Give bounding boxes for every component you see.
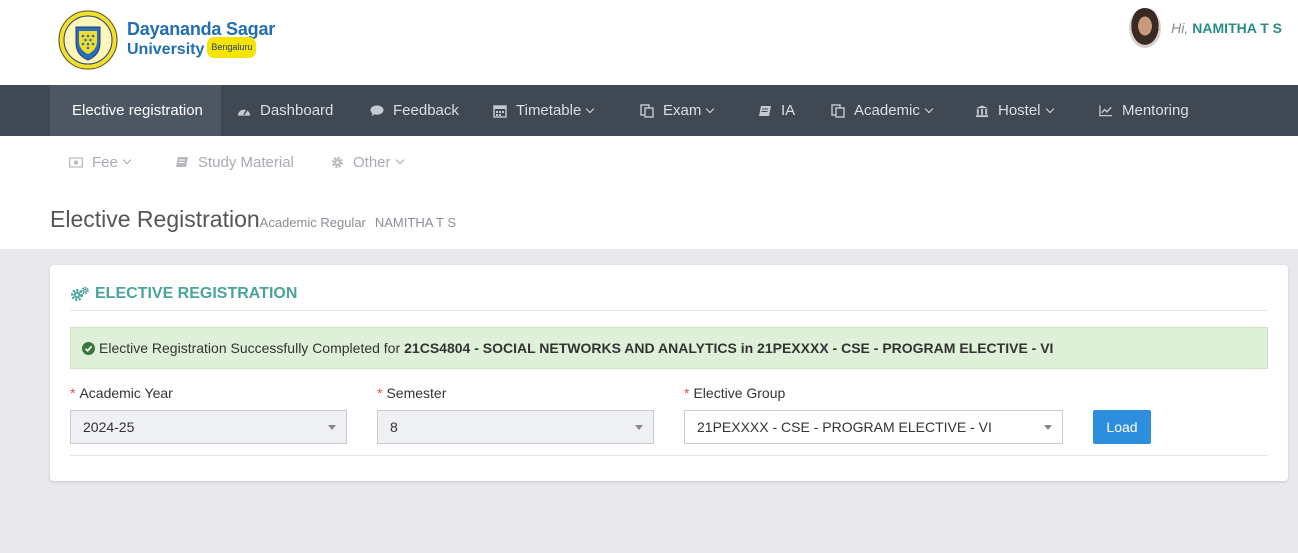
success-alert: Elective Registration Successfully Compl… bbox=[70, 327, 1268, 369]
nav-study-material[interactable]: Study Material bbox=[175, 153, 294, 171]
header: Dayananda Sagar University Bengaluru Hi, … bbox=[0, 0, 1298, 85]
nav-fee[interactable]: Fee bbox=[69, 153, 132, 171]
academic-year-field: * Academic Year 2024-25 bbox=[70, 385, 347, 444]
nav-label: IA bbox=[781, 102, 796, 119]
nav-feedback[interactable]: Feedback bbox=[370, 85, 459, 136]
building-icon bbox=[975, 104, 989, 118]
student-name: NAMITHA T S bbox=[374, 215, 457, 230]
nav-label: Academic bbox=[854, 102, 920, 119]
money-icon bbox=[69, 155, 83, 169]
alert-course: 21CS4804 - SOCIAL NETWORKS AND ANALYTICS… bbox=[404, 340, 1054, 356]
nav-hostel[interactable]: Hostel bbox=[975, 85, 1054, 136]
nav-mentoring[interactable]: Mentoring bbox=[1099, 85, 1189, 136]
brand-badge: Bengaluru bbox=[207, 37, 257, 58]
brand-line2: University bbox=[127, 40, 205, 58]
semester-field: * Semester 8 bbox=[377, 385, 654, 444]
nav-label: Timetable bbox=[516, 102, 582, 119]
select-value: 8 bbox=[390, 419, 398, 435]
line-chart-icon bbox=[1099, 104, 1113, 118]
dropdown-arrow-icon bbox=[1044, 425, 1052, 430]
book-icon bbox=[175, 155, 189, 169]
nav-label: Feedback bbox=[393, 102, 459, 119]
nav-label: Fee bbox=[92, 153, 118, 171]
elective-group-label: * Elective Group bbox=[684, 385, 786, 401]
dropdown-arrow-icon bbox=[328, 425, 336, 430]
chevron-down-icon bbox=[122, 155, 132, 165]
chevron-down-icon bbox=[395, 155, 404, 165]
user-name[interactable]: NAMITHA T S bbox=[1192, 20, 1282, 36]
divider bbox=[70, 310, 1268, 311]
nav-label: Other bbox=[353, 153, 391, 171]
gears-icon bbox=[70, 286, 90, 302]
elective-registration-card: ELECTIVE REGISTRATION Elective Registrat… bbox=[50, 265, 1288, 481]
gear-icon bbox=[330, 155, 344, 169]
nav-label: Hostel bbox=[998, 102, 1041, 119]
nav-elective-registration[interactable]: Elective registration bbox=[50, 85, 221, 136]
copy-icon bbox=[831, 103, 845, 118]
divider bbox=[70, 455, 1268, 456]
nav-label: Exam bbox=[663, 102, 702, 119]
nav-ia[interactable]: IA bbox=[758, 85, 795, 136]
card-title: ELECTIVE REGISTRATION bbox=[70, 285, 297, 303]
main-nav: Elective registration Dashboard Feedback… bbox=[0, 85, 1298, 136]
nav-label: Dashboard bbox=[260, 102, 334, 119]
avatar[interactable] bbox=[1129, 8, 1162, 48]
nav-academic[interactable]: Academic bbox=[831, 85, 934, 136]
elective-group-field: * Elective Group 21PEXXXX - CSE - PROGRAM… bbox=[684, 385, 1063, 444]
sub-nav: Fee Study Material Other Elective Regist… bbox=[0, 136, 1298, 249]
load-button[interactable]: Load bbox=[1093, 410, 1151, 444]
semester-label: * Semester bbox=[377, 385, 447, 401]
nav-dashboard[interactable]: Dashboard bbox=[237, 85, 333, 136]
academic-year-select[interactable]: 2024-25 bbox=[70, 410, 347, 444]
page-title: Elective Registration bbox=[50, 206, 260, 232]
card-title-text: ELECTIVE REGISTRATION bbox=[95, 285, 298, 302]
program-type: Academic Regular bbox=[259, 215, 366, 230]
elective-group-select[interactable]: 21PEXXXX - CSE - PROGRAM ELECTIVE - VI bbox=[684, 410, 1063, 444]
chevron-down-icon bbox=[586, 104, 595, 113]
nav-label: Mentoring bbox=[1122, 102, 1189, 119]
user-greeting: Hi, bbox=[1171, 20, 1189, 36]
select-value: 21PEXXXX - CSE - PROGRAM ELECTIVE - VI bbox=[697, 419, 992, 435]
brand-name: Dayananda Sagar University Bengaluru bbox=[127, 20, 275, 60]
book-icon bbox=[758, 104, 772, 118]
dashboard-icon bbox=[237, 104, 251, 118]
copy-icon bbox=[640, 103, 654, 118]
academic-year-label: * Academic Year bbox=[70, 385, 173, 401]
check-circle-icon bbox=[82, 341, 95, 355]
university-logo[interactable] bbox=[57, 9, 119, 71]
brand-line1: Dayananda Sagar bbox=[127, 19, 276, 39]
select-value: 2024-25 bbox=[83, 419, 135, 435]
comment-icon bbox=[370, 104, 384, 118]
page-header: Elective Registration Academic Regular NA… bbox=[50, 206, 465, 233]
nav-label: Elective registration bbox=[72, 102, 203, 119]
nav-other[interactable]: Other bbox=[330, 153, 404, 171]
calendar-icon bbox=[493, 104, 507, 118]
nav-timetable[interactable]: Timetable bbox=[493, 85, 595, 136]
page-subtitle: Academic Regular NAMITHA T S bbox=[260, 215, 465, 230]
alert-message: Elective Registration Successfully Compl… bbox=[99, 340, 401, 356]
dropdown-arrow-icon bbox=[635, 425, 643, 430]
chevron-down-icon bbox=[924, 104, 934, 113]
semester-select[interactable]: 8 bbox=[377, 410, 654, 444]
user-menu[interactable]: Hi, NAMITHA T S bbox=[1129, 8, 1282, 48]
nav-label: Study Material bbox=[198, 153, 294, 171]
chevron-down-icon bbox=[706, 104, 715, 113]
chevron-down-icon bbox=[1045, 104, 1054, 113]
nav-exam[interactable]: Exam bbox=[640, 85, 715, 136]
